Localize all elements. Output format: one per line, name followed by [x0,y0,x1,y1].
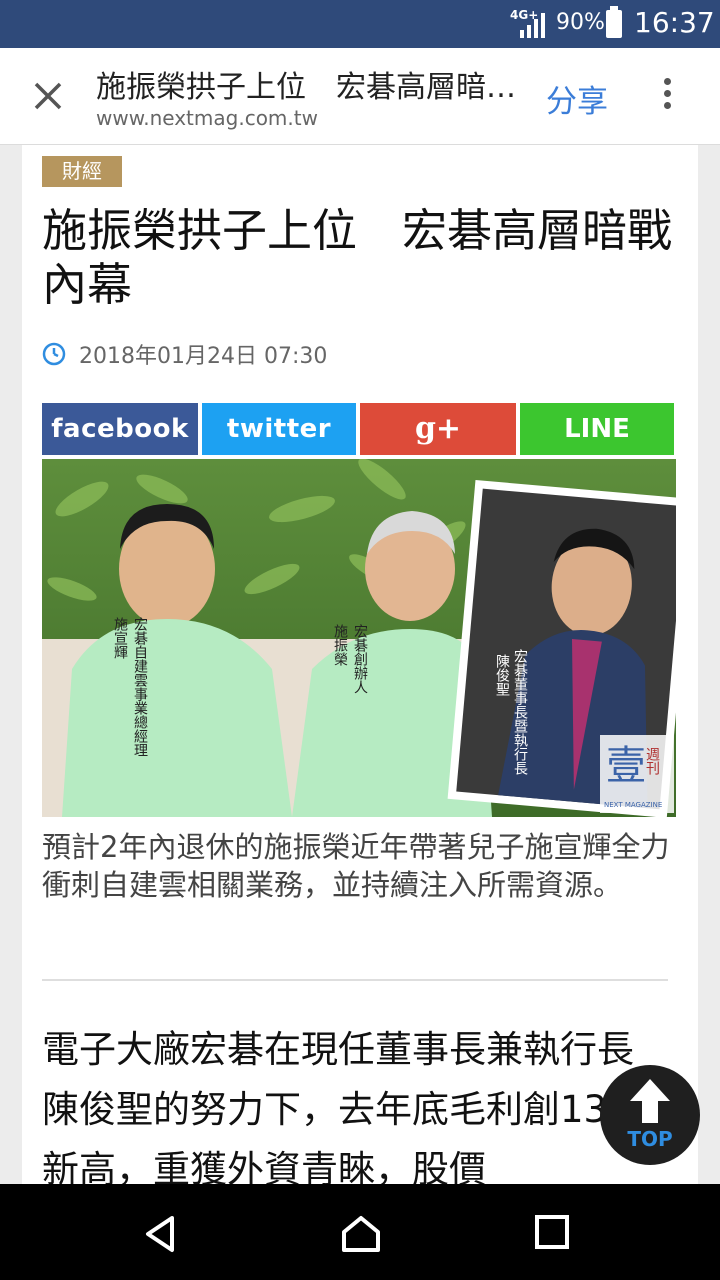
category-badge[interactable]: 財經 [42,156,122,187]
photo-label-inset-name: 陳俊聖 [494,654,510,696]
scroll-top-button[interactable]: TOP [600,1065,700,1165]
battery-icon [606,6,622,38]
watermark-sub: NEXT MAGAZINE [604,801,662,809]
line-share-button[interactable]: LINE [520,403,674,455]
status-time: 16:37 [634,6,715,39]
facebook-share-button[interactable]: facebook [42,403,198,455]
watermark-main: 壹 [606,743,646,789]
twitter-share-button[interactable]: twitter [202,403,356,455]
page-title: 施振榮拱子上位 宏碁高層暗戰內幕 [96,70,516,105]
article-title: 施振榮拱子上位 宏碁高層暗戰內幕 [42,204,673,311]
arrow-up-icon [630,1079,670,1123]
photo-label-inset-title: 宏碁董事長暨執行長 [512,649,528,775]
watermark-side: 週刊 [644,747,660,776]
back-icon[interactable] [140,1214,180,1254]
photo-label-left-name: 施宣輝 [112,617,128,659]
scroll-top-label: TOP [627,1127,673,1151]
battery-percent: 90% [556,10,605,35]
clock-icon [42,342,66,366]
browser-toolbar: 施振榮拱子上位 宏碁高層暗戰內幕 www.nextmag.com.tw 分享 [0,48,720,145]
photo-label-middle-title: 宏碁創辦人 [352,624,368,694]
recents-icon[interactable] [534,1214,570,1250]
photo-label-left-title: 宏碁自建雲事業總經理 [132,617,148,757]
close-icon[interactable] [28,76,68,116]
signal-icon [520,13,545,38]
photo-illustration: 宏碁自建雲事業總經理 施宣輝 宏碁創辦人 施振榮 宏碁董事長暨執行長 陳俊聖 壹… [42,459,676,817]
article-photo[interactable]: 宏碁自建雲事業總經理 施宣輝 宏碁創辦人 施振榮 宏碁董事長暨執行長 陳俊聖 壹… [42,459,676,817]
article-body: 電子大廠宏碁在現任董事長兼執行長陳俊聖的努力下，去年底毛利創13年新高，重獲外資… [42,1028,645,1191]
photo-label-middle-name: 施振榮 [332,624,348,666]
photo-caption: 預計2年內退休的施振榮近年帶著兒子施宣輝全力衝刺自建雲相關業務，並持續注入所需資… [42,830,670,902]
date-text: 2018年01月24日 07:30 [79,344,328,369]
page-url: www.nextmag.com.tw [96,106,318,130]
home-icon[interactable] [340,1214,382,1254]
divider [42,979,668,981]
more-vert-icon[interactable] [660,78,674,114]
system-nav-bar [0,1184,720,1280]
article-date: 2018年01月24日 07:30 [42,338,328,369]
share-button[interactable]: 分享 [546,76,608,121]
magazine-watermark: 壹 週刊 NEXT MAGAZINE [600,735,674,813]
google-plus-share-button[interactable]: g+ [360,403,516,455]
status-bar: 4G+ 90% 16:37 [0,0,720,48]
